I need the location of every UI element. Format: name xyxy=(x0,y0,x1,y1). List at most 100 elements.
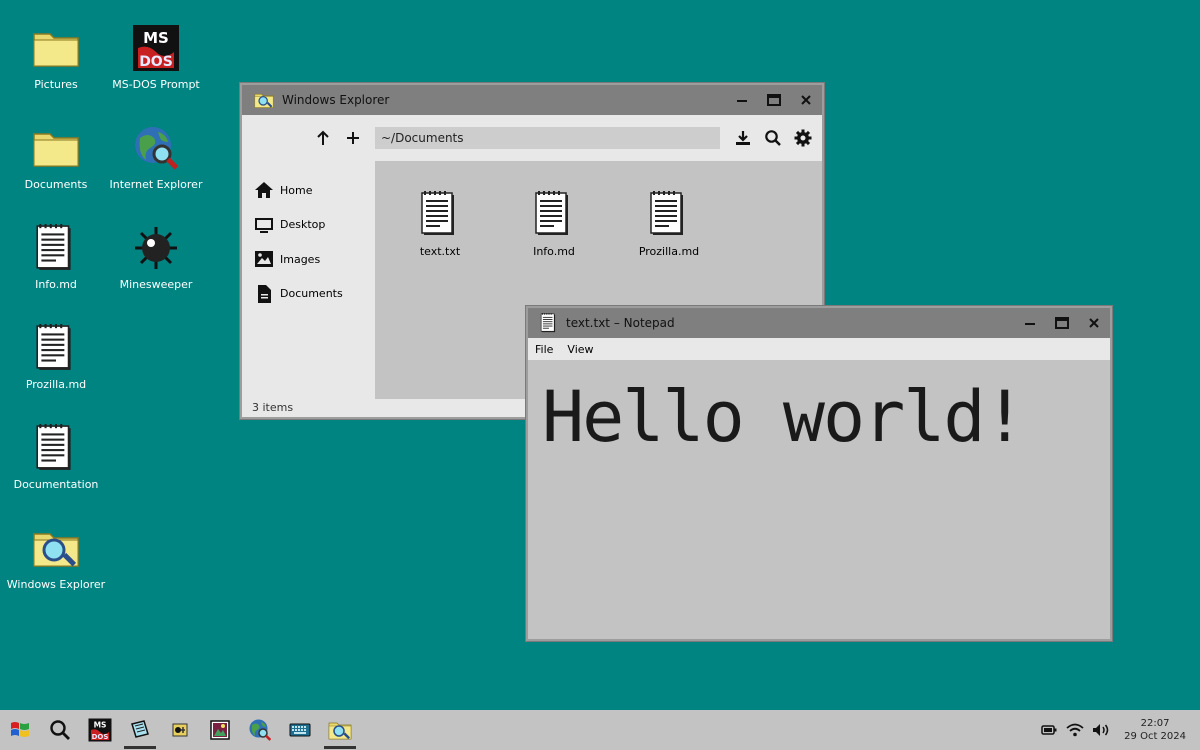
wifi-indicator[interactable] xyxy=(1066,721,1084,739)
notepad-icon xyxy=(131,720,149,738)
settings-button[interactable] xyxy=(790,125,816,151)
text-file-icon xyxy=(534,191,574,237)
clock-date: 29 Oct 2024 xyxy=(1124,731,1186,742)
minimize-button[interactable] xyxy=(1014,308,1046,338)
desktop-icon-minesweeper[interactable]: Minesweeper xyxy=(106,224,206,291)
desktop-icon-label: Documents xyxy=(24,178,88,191)
taskbar-app-keyboard[interactable] xyxy=(280,710,320,750)
start-icon xyxy=(11,722,29,737)
windows-explorer-icon xyxy=(254,90,274,110)
minimize-icon xyxy=(1025,323,1035,325)
clock[interactable]: 22:07 29 Oct 2024 xyxy=(1124,717,1186,743)
notepad-window[interactable]: text.txt – Notepad File View Hello world… xyxy=(526,306,1112,641)
sidebar-item-label: Documents xyxy=(280,287,343,301)
desktop-icon-info-md[interactable]: Info.md xyxy=(6,224,106,291)
menu-view[interactable]: View xyxy=(560,343,600,356)
taskbar-app-media-viewer[interactable] xyxy=(200,710,240,750)
close-button[interactable] xyxy=(1078,308,1110,338)
volume-icon xyxy=(1093,724,1109,736)
taskbar-app-msdos[interactable] xyxy=(80,710,120,750)
close-icon xyxy=(801,95,811,105)
explorer-sidebar: Home Desktop Images Documents xyxy=(242,161,375,399)
image-icon xyxy=(255,251,273,268)
msdos-icon xyxy=(88,718,112,742)
desktop-icon-label: Prozilla.md xyxy=(25,378,87,391)
media-viewer-icon xyxy=(210,720,230,740)
desktop-icon-msdos-prompt[interactable]: MS-DOS Prompt xyxy=(106,24,206,91)
up-button[interactable] xyxy=(310,125,336,151)
desktop-icon-documents[interactable]: Documents xyxy=(6,124,106,191)
search-icon xyxy=(765,130,781,146)
text-file-icon xyxy=(32,324,80,372)
text-file-icon xyxy=(649,191,689,237)
new-button[interactable] xyxy=(340,125,366,151)
volume-indicator[interactable] xyxy=(1092,721,1110,739)
system-tray: 22:07 29 Oct 2024 xyxy=(1040,717,1200,743)
desktop-icon-windows-explorer[interactable]: Windows Explorer xyxy=(6,524,106,591)
sidebar-item-desktop[interactable]: Desktop xyxy=(242,208,375,243)
desktop-icon-label: Documentation xyxy=(13,478,99,491)
sidebar-item-images[interactable]: Images xyxy=(242,242,375,277)
taskbar-app-notepad[interactable] xyxy=(120,710,160,750)
file-item[interactable]: text.txt xyxy=(400,191,480,258)
taskbar-app-minesweeper[interactable] xyxy=(160,710,200,750)
notepad-icon xyxy=(540,313,558,333)
minesweeper-icon xyxy=(172,723,188,737)
sidebar-item-home[interactable]: Home xyxy=(242,173,375,208)
desktop-icon-documentation[interactable]: Documentation xyxy=(6,424,106,491)
file-item[interactable]: Prozilla.md xyxy=(629,191,709,258)
keyboard-icon xyxy=(289,723,311,737)
file-label: Prozilla.md xyxy=(638,245,700,258)
maximize-button[interactable] xyxy=(1046,308,1078,338)
maximize-button[interactable] xyxy=(758,85,790,115)
explorer-titlebar[interactable]: Windows Explorer xyxy=(242,85,822,115)
desktop-icon-label: MS-DOS Prompt xyxy=(112,78,200,91)
path-input[interactable] xyxy=(375,127,720,149)
file-item[interactable]: Info.md xyxy=(514,191,594,258)
document-icon xyxy=(258,284,271,303)
explorer-title: Windows Explorer xyxy=(282,93,390,107)
taskbar-app-internet-explorer[interactable] xyxy=(240,710,280,750)
folder-icon xyxy=(32,24,80,72)
home-icon xyxy=(255,182,273,199)
taskbar-search-button[interactable] xyxy=(40,710,80,750)
sidebar-item-documents[interactable]: Documents xyxy=(242,277,375,312)
sidebar-item-label: Home xyxy=(280,183,313,197)
notepad-titlebar[interactable]: text.txt – Notepad xyxy=(528,308,1110,338)
file-label: Info.md xyxy=(533,245,575,258)
internet-explorer-icon xyxy=(132,124,180,172)
text-file-icon xyxy=(420,191,460,237)
wifi-icon xyxy=(1066,723,1084,737)
desktop-icon xyxy=(255,217,273,233)
desktop-icon-internet-explorer[interactable]: Internet Explorer xyxy=(106,124,206,191)
battery-icon xyxy=(1041,725,1057,735)
explorer-toolbar xyxy=(242,115,822,161)
arrow-up-icon xyxy=(317,130,329,145)
download-icon xyxy=(736,131,750,145)
clock-time: 22:07 xyxy=(1140,718,1170,729)
start-button[interactable] xyxy=(0,710,40,750)
desktop-icon-label: Info.md xyxy=(35,278,77,291)
text-file-icon xyxy=(32,424,80,472)
desktop-icon-prozilla-md[interactable]: Prozilla.md xyxy=(6,324,106,391)
close-icon xyxy=(1089,318,1099,328)
download-button[interactable] xyxy=(730,125,756,151)
desktop-icon-pictures[interactable]: Pictures xyxy=(6,24,106,91)
desktop-icon-label: Windows Explorer xyxy=(6,578,106,591)
maximize-icon xyxy=(1055,317,1069,329)
search-icon xyxy=(50,720,70,740)
close-button[interactable] xyxy=(790,85,822,115)
desktop-icon-label: Minesweeper xyxy=(119,278,193,291)
minimize-button[interactable] xyxy=(726,85,758,115)
notepad-text-area[interactable]: Hello world! xyxy=(528,360,1110,639)
taskbar-app-windows-explorer[interactable] xyxy=(320,710,360,750)
windows-explorer-icon xyxy=(32,524,80,572)
file-label: text.txt xyxy=(419,245,461,258)
search-button[interactable] xyxy=(760,125,786,151)
sidebar-item-label: Desktop xyxy=(280,218,326,232)
notepad-title: text.txt – Notepad xyxy=(566,316,675,330)
menu-file[interactable]: File xyxy=(528,343,560,356)
minimize-icon xyxy=(737,100,747,102)
battery-indicator[interactable] xyxy=(1040,721,1058,739)
maximize-icon xyxy=(767,94,781,106)
